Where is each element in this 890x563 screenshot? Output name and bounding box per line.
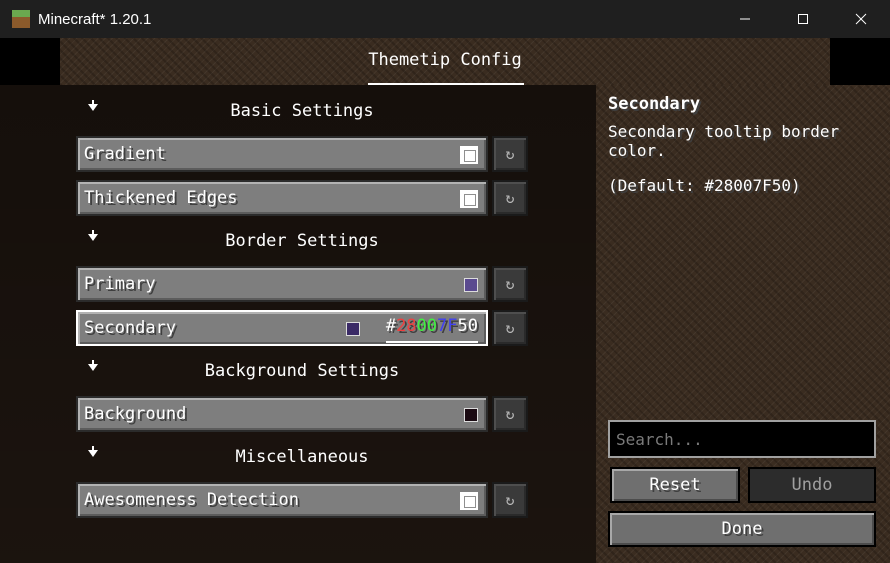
maximize-icon xyxy=(798,14,808,24)
reset-icon: ↻ xyxy=(505,275,515,293)
close-button[interactable] xyxy=(832,0,890,38)
awesomeness-reset-button[interactable]: ↻ xyxy=(492,482,528,518)
background-color-entry[interactable]: Background xyxy=(76,396,488,432)
screen-title: Themetip Config xyxy=(368,50,522,70)
minecraft-grass-block-icon xyxy=(12,10,30,28)
window-titlebar: Minecraft* 1.20.1 xyxy=(0,0,890,38)
description-title: Secondary xyxy=(608,94,701,114)
primary-label: Primary xyxy=(84,274,156,294)
awesomeness-detection-toggle[interactable]: Awesomeness Detection xyxy=(76,482,488,518)
reset-button[interactable]: Reset xyxy=(610,467,740,503)
secondary-hex-input[interactable]: #28007F50 xyxy=(385,316,478,343)
client-area: Themetip Config Basic Settings Gradient … xyxy=(0,38,890,563)
minimize-icon xyxy=(740,18,750,20)
section-border-settings[interactable]: Border Settings xyxy=(76,230,528,253)
gradient-reset-button[interactable]: ↻ xyxy=(492,136,528,172)
maximize-button[interactable] xyxy=(774,0,832,38)
minimize-button[interactable] xyxy=(716,0,774,38)
description-default: (Default: #28007F50) xyxy=(608,176,801,195)
reset-icon: ↻ xyxy=(505,145,515,163)
window-title: Minecraft* 1.20.1 xyxy=(38,10,152,28)
entry-row-awesomeness: Awesomeness Detection ↻ xyxy=(76,482,528,518)
section-basic-settings[interactable]: Basic Settings xyxy=(76,100,528,123)
search-input[interactable] xyxy=(610,422,874,456)
section-background-settings[interactable]: Background Settings xyxy=(76,360,528,383)
reset-icon: ↻ xyxy=(505,189,515,207)
entry-row-thickened-edges: Thickened Edges ↻ xyxy=(76,180,528,216)
thickened-edges-toggle[interactable]: Thickened Edges xyxy=(76,180,488,216)
reset-icon: ↻ xyxy=(505,491,515,509)
primary-color-swatch xyxy=(464,278,478,292)
secondary-label: Secondary xyxy=(84,318,177,338)
awesomeness-label: Awesomeness Detection xyxy=(84,490,299,510)
thickened-edges-checkbox[interactable] xyxy=(460,190,478,208)
gradient-checkbox[interactable] xyxy=(460,146,478,164)
entry-row-primary: Primary ↻ xyxy=(76,266,528,302)
entry-row-gradient: Gradient ↻ xyxy=(76,136,528,172)
secondary-color-entry[interactable]: Secondary #28007F50 xyxy=(76,310,488,346)
background-reset-button[interactable]: ↻ xyxy=(492,396,528,432)
primary-reset-button[interactable]: ↻ xyxy=(492,266,528,302)
done-button[interactable]: Done xyxy=(608,511,876,547)
thickened-edges-reset-button[interactable]: ↻ xyxy=(492,180,528,216)
reset-icon: ↻ xyxy=(505,319,515,337)
background-label: Background xyxy=(84,404,187,424)
awesomeness-checkbox[interactable] xyxy=(460,492,478,510)
gradient-label: Gradient xyxy=(84,144,166,164)
search-box[interactable] xyxy=(608,420,876,458)
header-band: Themetip Config xyxy=(60,38,830,85)
secondary-reset-button[interactable]: ↻ xyxy=(492,310,528,346)
background-color-swatch xyxy=(464,408,478,422)
description-text: Secondary tooltip border color. xyxy=(608,122,840,160)
secondary-color-swatch xyxy=(346,322,360,336)
section-miscellaneous[interactable]: Miscellaneous xyxy=(76,446,528,469)
entry-row-secondary: Secondary #28007F50 ↻ xyxy=(76,310,528,346)
reset-icon: ↻ xyxy=(505,405,515,423)
undo-button[interactable]: Undo xyxy=(748,467,876,503)
gradient-toggle[interactable]: Gradient xyxy=(76,136,488,172)
entry-row-background: Background ↻ xyxy=(76,396,528,432)
close-icon xyxy=(855,13,867,25)
description-panel: Secondary Secondary tooltip border color… xyxy=(596,85,890,563)
thickened-edges-label: Thickened Edges xyxy=(84,188,238,208)
primary-color-entry[interactable]: Primary xyxy=(76,266,488,302)
